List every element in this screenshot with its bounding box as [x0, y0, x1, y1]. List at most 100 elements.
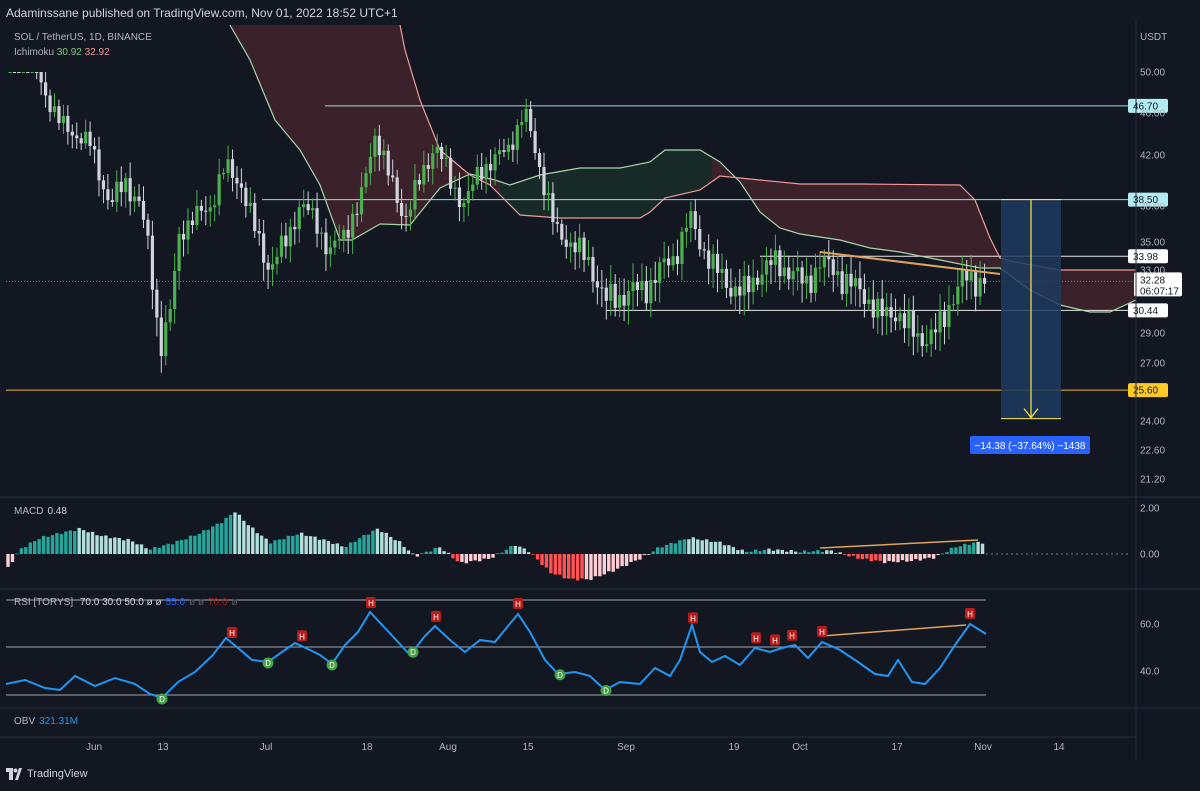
macd-histogram-bar [224, 517, 228, 554]
candle-body [12, 72, 17, 73]
macd-histogram-bar [535, 554, 540, 560]
symbol-legend[interactable]: SOL / TetherUS, 1D, BINANCE [14, 32, 152, 43]
macd-histogram-bar [571, 554, 575, 579]
macd-histogram-bar [829, 550, 833, 554]
macd-legend[interactable]: MACD 0.48 [14, 506, 67, 517]
candle-body [555, 222, 559, 224]
candle-body [270, 264, 275, 270]
candle-body [44, 82, 48, 96]
macd-histogram-bar [322, 539, 326, 554]
candle-body [489, 164, 493, 171]
macd-histogram-bar [940, 553, 945, 555]
candle-body [266, 262, 270, 270]
candle-body [422, 165, 426, 185]
macd-histogram-bar [148, 549, 153, 554]
macd-histogram-bar [282, 539, 286, 554]
candle-body [364, 173, 368, 188]
macd-histogram-bar [451, 554, 455, 559]
candle-body [97, 149, 101, 181]
rsi-legend[interactable]: RSI [TORYS] 70.0 30.0 50.0 ø ø 55.0 ø ø 70.… [14, 597, 238, 608]
candle-body [871, 299, 875, 318]
macd-histogram-bar [211, 526, 215, 554]
candle-body [293, 226, 297, 230]
macd-histogram-bar [206, 529, 210, 554]
candle-body [956, 286, 960, 305]
macd-histogram-bar [411, 553, 415, 555]
time-tick-label: 18 [361, 742, 373, 753]
macd-histogram-bar [251, 527, 255, 554]
candle-body [867, 299, 871, 304]
candle-body [840, 271, 844, 294]
ichimoku-legend[interactable]: Ichimoku 30.92 32.92 [14, 47, 110, 58]
macd-histogram-bar [642, 554, 647, 555]
macd-histogram-bar [736, 550, 740, 554]
macd-histogram-bar [602, 554, 606, 575]
candle-body [684, 227, 688, 232]
candle-body [609, 283, 613, 301]
price-level-text: 33.98 [1133, 252, 1158, 263]
candle-body [311, 208, 315, 211]
macd-histogram-bar [664, 544, 669, 554]
macd-histogram-bar [958, 546, 962, 554]
candle-body [787, 267, 791, 280]
candle-body [938, 311, 942, 333]
candle-body [39, 72, 43, 83]
candle-body [640, 280, 644, 291]
candle-body [48, 95, 52, 113]
rsi-high-text: H [433, 613, 439, 622]
candle-body [853, 278, 858, 287]
macd-histogram-bar [473, 554, 477, 561]
candle-body [66, 115, 70, 132]
candle-body [618, 294, 622, 308]
macd-histogram-bar [317, 539, 322, 554]
macd-histogram-bar [357, 538, 362, 554]
rsi-params-tail: ø ø [189, 597, 205, 608]
macd-histogram-bar [651, 551, 655, 554]
rsi-params-end: ø [231, 597, 238, 608]
time-tick-label: 14 [1053, 742, 1065, 753]
macd-histogram-bar [86, 532, 90, 554]
macd-histogram-bar [673, 543, 678, 554]
rsi-high-text: H [299, 632, 305, 641]
candle-body [315, 208, 319, 234]
candle-body [8, 72, 12, 73]
macd-histogram-bar [691, 537, 695, 554]
macd-histogram-bar [64, 531, 68, 554]
candle-body [480, 166, 484, 180]
macd-histogram-bar [33, 541, 37, 554]
candle-body [582, 237, 586, 260]
macd-histogram-bar [656, 547, 660, 554]
rsi-param-red: 70.0 [208, 597, 228, 608]
brand-name: TradingView [27, 768, 88, 780]
candle-body [337, 238, 341, 241]
macd-histogram-bar [460, 554, 464, 562]
macd-histogram-bar [923, 554, 927, 559]
macd-histogram-bar [727, 545, 731, 554]
candle-body [747, 275, 751, 293]
macd-histogram-bar [611, 554, 615, 572]
macd-histogram-bar [500, 552, 504, 554]
macd-histogram-bar [242, 520, 246, 554]
macd-histogram-bar [513, 546, 517, 554]
macd-histogram-bar [122, 540, 126, 554]
macd-histogram-bar [851, 554, 856, 556]
candle-body [595, 281, 599, 288]
macd-histogram-bar [264, 538, 268, 554]
candle-body [586, 256, 591, 260]
obv-value: 321.31M [39, 716, 79, 727]
footer: TradingView [6, 768, 88, 780]
macd-histogram-bar [375, 528, 380, 554]
obv-legend[interactable]: OBV 321.31M [14, 716, 78, 727]
candle-body [199, 205, 203, 211]
macd-histogram-bar [277, 539, 282, 554]
candle-body [804, 275, 809, 284]
candle-body [133, 196, 137, 202]
chart-canvas[interactable]: 46.7038.5033.9830.4425.6032.2806:07:17 −… [0, 0, 1200, 791]
macd-histogram-bar [567, 554, 571, 579]
candle-body [395, 177, 399, 203]
macd-histogram-bar [607, 554, 611, 572]
price-tick-label: 35.00 [1140, 238, 1165, 249]
candle-body [444, 157, 448, 160]
macd-histogram-bar [647, 554, 651, 555]
macd-histogram-bar [420, 553, 424, 555]
